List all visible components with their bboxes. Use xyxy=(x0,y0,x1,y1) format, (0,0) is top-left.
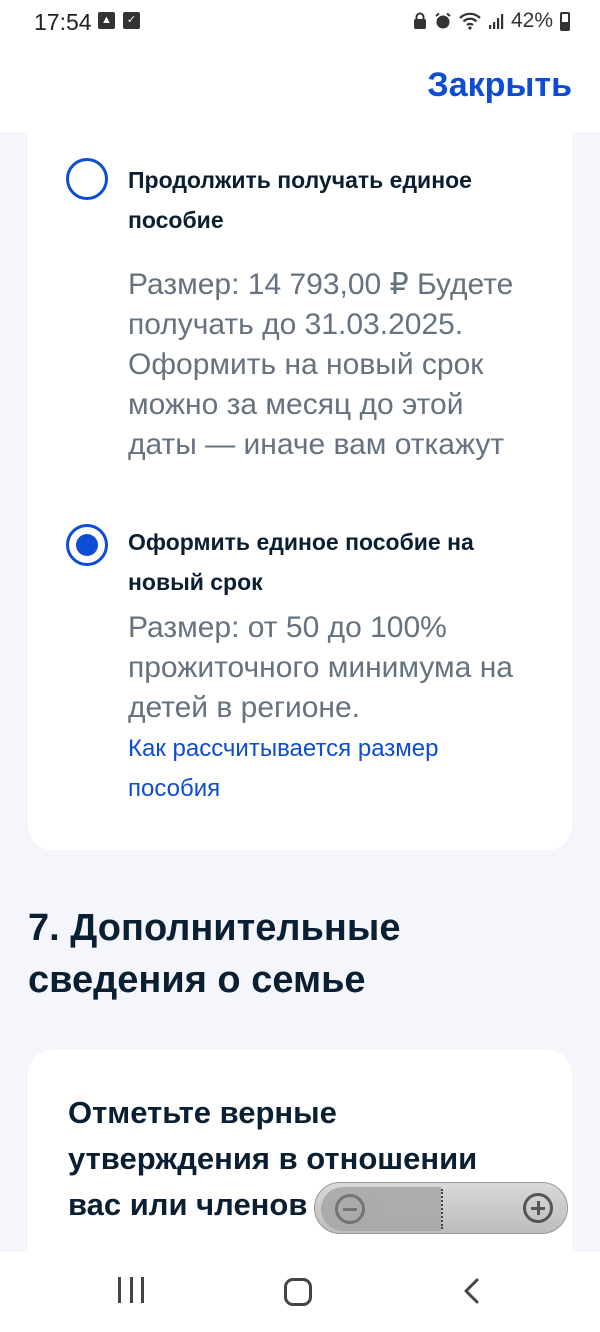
recent-apps-icon[interactable] xyxy=(118,1277,144,1303)
benefit-options-card: Продолжить получать единое пособие Разме… xyxy=(28,132,572,850)
status-bar: 17:54 ▲ ✓ 42% xyxy=(0,0,600,44)
zoom-out-button[interactable] xyxy=(321,1187,441,1231)
zoom-in-icon[interactable] xyxy=(523,1193,553,1223)
app-header: Закрыть xyxy=(0,44,600,132)
system-nav-bar xyxy=(0,1252,600,1332)
benefit-calculation-link[interactable]: Как рассчитывается размер пособия xyxy=(128,729,528,809)
section-title: 7. Дополнительные сведения о семье xyxy=(28,907,401,1001)
zoom-divider xyxy=(441,1189,443,1229)
family-info-card: Отметьте верные утверждения в отношении … xyxy=(28,1050,572,1270)
battery-icon xyxy=(560,11,570,31)
lock-icon xyxy=(413,12,426,29)
option-description: Размер: 14 793,00 ₽ Будете получать до 3… xyxy=(128,268,514,461)
close-button[interactable]: Закрыть xyxy=(427,66,572,105)
back-icon[interactable] xyxy=(458,1276,488,1306)
gallery-icon: ▲ xyxy=(98,12,115,29)
option-description: Размер: от 50 до 100% прожиточного миним… xyxy=(128,611,513,724)
status-time: 17:54 xyxy=(34,9,92,35)
status-system-icons: 42% xyxy=(413,9,570,33)
option-title: Оформить единое пособие на новый срок xyxy=(128,529,474,595)
option-title: Продолжить получать единое пособие xyxy=(128,167,472,233)
home-icon[interactable] xyxy=(284,1278,312,1306)
alarm-icon xyxy=(435,12,451,29)
radio-new-term-benefit[interactable] xyxy=(66,524,108,566)
zoom-out-icon xyxy=(335,1194,365,1224)
option-new-term-benefit[interactable]: Оформить единое пособие на новый срок Ра… xyxy=(66,522,546,812)
battery-percent: 42% xyxy=(510,9,553,32)
signal-icon xyxy=(488,14,504,29)
option-continue-benefit[interactable]: Продолжить получать единое пособие Разме… xyxy=(66,156,546,486)
status-notification-icons: ▲ ✓ xyxy=(98,12,140,29)
radio-continue-benefit[interactable] xyxy=(66,158,108,200)
wifi-icon xyxy=(459,12,481,30)
zoom-control[interactable] xyxy=(314,1182,568,1234)
checkbox-icon: ✓ xyxy=(123,12,140,29)
